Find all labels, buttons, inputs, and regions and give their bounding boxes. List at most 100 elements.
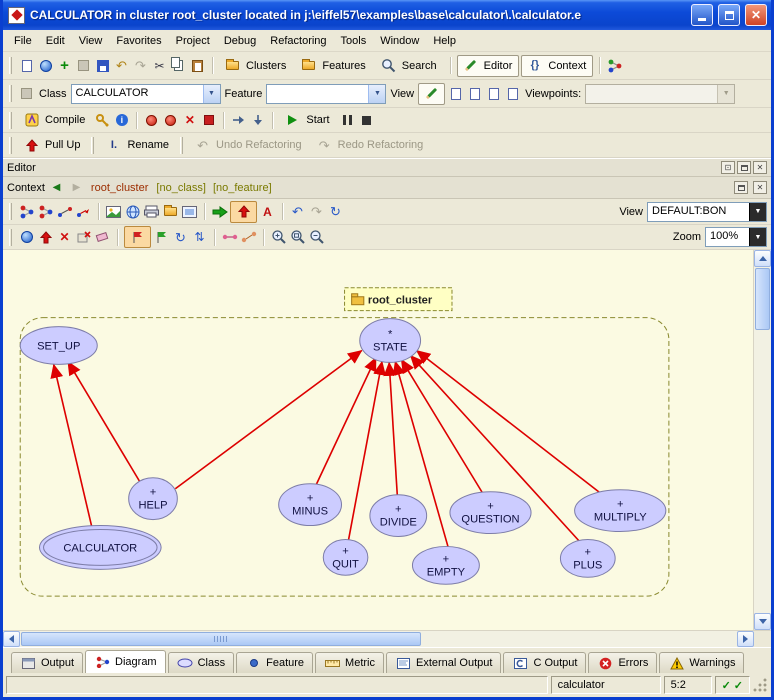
- node-divide[interactable]: +DIVIDE: [370, 495, 427, 537]
- client-relations-icon[interactable]: [221, 229, 238, 246]
- menu-view[interactable]: View: [72, 32, 110, 50]
- maximize-pane-icon[interactable]: [737, 161, 751, 174]
- scroll-left-icon[interactable]: [3, 631, 20, 647]
- new-cluster-tool-icon[interactable]: [37, 203, 54, 220]
- clickable-view-icon[interactable]: [447, 85, 464, 102]
- pull-up-button[interactable]: Pull Up: [18, 134, 87, 156]
- tab-diagram[interactable]: Diagram: [85, 650, 166, 673]
- tab-c-output[interactable]: C Output: [503, 652, 586, 673]
- edge-minus-to-state[interactable]: [316, 357, 376, 484]
- zoom-out-icon[interactable]: [308, 229, 325, 246]
- edge-calculator-to-set_up[interactable]: [54, 364, 93, 528]
- menu-file[interactable]: File: [7, 32, 39, 50]
- scroll-right-icon[interactable]: [737, 631, 754, 647]
- forward-icon[interactable]: [68, 179, 85, 196]
- zoom-in-icon[interactable]: [270, 229, 287, 246]
- remove-anchor-icon[interactable]: [75, 229, 92, 246]
- flat-view-icon[interactable]: [466, 85, 483, 102]
- contract-view-icon[interactable]: [485, 85, 502, 102]
- diagram-undo-icon[interactable]: [289, 203, 306, 220]
- editor-toggle-button[interactable]: Editor: [457, 55, 520, 77]
- sort-layout-icon[interactable]: [191, 229, 208, 246]
- tab-class[interactable]: Class: [168, 652, 235, 673]
- cluster-label[interactable]: root_cluster: [345, 288, 452, 311]
- menu-debug[interactable]: Debug: [217, 32, 263, 50]
- image-icon[interactable]: [181, 203, 198, 220]
- close-button[interactable]: [745, 4, 767, 26]
- horizontal-scroll-track[interactable]: [422, 631, 737, 647]
- tab-feature[interactable]: Feature: [236, 652, 313, 673]
- ignore-breakpoints-icon[interactable]: [181, 112, 198, 129]
- inheritance-relations-icon[interactable]: [240, 229, 257, 246]
- toolbar-grip[interactable]: [180, 137, 183, 154]
- vertical-scroll-track[interactable]: [754, 331, 771, 613]
- eraser-icon[interactable]: [94, 229, 111, 246]
- step-into-icon[interactable]: [249, 112, 266, 129]
- back-icon[interactable]: [48, 179, 65, 196]
- search-button[interactable]: Search: [375, 55, 444, 77]
- debug-attach-icon[interactable]: [162, 112, 179, 129]
- tab-errors[interactable]: Errors: [588, 652, 657, 673]
- chevron-down-icon[interactable]: [368, 85, 385, 103]
- title-bar[interactable]: CALCULATOR in cluster root_cluster locat…: [3, 0, 771, 30]
- node-question[interactable]: +QUESTION: [450, 492, 531, 534]
- refresh-diagram-icon[interactable]: [327, 203, 344, 220]
- undo-refactoring-button[interactable]: Undo Refactoring: [189, 134, 309, 156]
- chevron-down-icon[interactable]: [203, 85, 220, 103]
- compile-button[interactable]: Compile: [18, 109, 92, 131]
- tab-warnings[interactable]: Warnings: [659, 652, 744, 673]
- menu-favorites[interactable]: Favorites: [109, 32, 168, 50]
- node-minus[interactable]: +MINUS: [279, 484, 342, 526]
- new-class-tool-icon[interactable]: [18, 203, 35, 220]
- node-help[interactable]: +HELP: [129, 478, 178, 520]
- toolbar-grip[interactable]: [9, 112, 12, 129]
- toolbar-grip[interactable]: [9, 137, 12, 154]
- depth-up-button[interactable]: [230, 201, 257, 223]
- menu-tools[interactable]: Tools: [334, 32, 374, 50]
- add-icon[interactable]: [56, 57, 73, 74]
- vertical-scroll-thumb[interactable]: [755, 268, 770, 330]
- client-link-tool-icon[interactable]: [56, 203, 73, 220]
- chevron-down-icon[interactable]: [749, 203, 766, 221]
- scroll-up-icon[interactable]: [754, 250, 771, 267]
- pause-icon[interactable]: [339, 112, 356, 129]
- horizontal-scrollbar[interactable]: [3, 630, 771, 647]
- reset-layout-icon[interactable]: [172, 229, 189, 246]
- vertical-scrollbar[interactable]: [753, 250, 771, 630]
- stop-icon[interactable]: [358, 112, 375, 129]
- features-button[interactable]: Features: [295, 55, 372, 77]
- paste-icon[interactable]: [189, 57, 206, 74]
- float-window-icon[interactable]: [721, 161, 735, 174]
- maximize-pane-icon[interactable]: [734, 181, 748, 194]
- menu-edit[interactable]: Edit: [39, 32, 72, 50]
- maximize-button[interactable]: [718, 4, 740, 26]
- context-toggle-button[interactable]: Context: [521, 55, 593, 77]
- tab-output[interactable]: Output: [11, 652, 83, 673]
- toolbar-grip[interactable]: [9, 229, 12, 246]
- diagram-view-combobox[interactable]: DEFAULT:BON: [647, 202, 767, 222]
- toolbar-grip[interactable]: [91, 137, 94, 154]
- scroll-down-icon[interactable]: [754, 613, 771, 630]
- interface-view-icon[interactable]: [504, 85, 521, 102]
- diagram-redo-icon[interactable]: [308, 203, 325, 220]
- save-png-icon[interactable]: [105, 203, 122, 220]
- edge-help-to-state[interactable]: [175, 350, 361, 488]
- flag-go-icon[interactable]: [153, 229, 170, 246]
- edge-divide-to-state[interactable]: [389, 362, 397, 494]
- node-calculator[interactable]: CALCULATOR: [39, 526, 161, 570]
- link-icon[interactable]: [18, 85, 35, 102]
- open-folder-icon[interactable]: [162, 203, 179, 220]
- node-set_up[interactable]: SET_UP: [20, 327, 97, 365]
- save-all-icon[interactable]: [75, 57, 92, 74]
- toolbar-grip[interactable]: [9, 203, 12, 220]
- freeze-icon[interactable]: [94, 112, 111, 129]
- rename-button[interactable]: Rename: [100, 134, 176, 156]
- text-label-tool-icon[interactable]: [259, 203, 276, 220]
- redo-refactoring-button[interactable]: Redo Refactoring: [311, 134, 431, 156]
- open-project-icon[interactable]: [37, 57, 54, 74]
- toolbar-grip[interactable]: [9, 57, 12, 74]
- delete-icon[interactable]: [56, 229, 73, 246]
- zoom-fit-icon[interactable]: [289, 229, 306, 246]
- clusters-button[interactable]: Clusters: [219, 55, 293, 77]
- tab-metric[interactable]: Metric: [315, 652, 384, 673]
